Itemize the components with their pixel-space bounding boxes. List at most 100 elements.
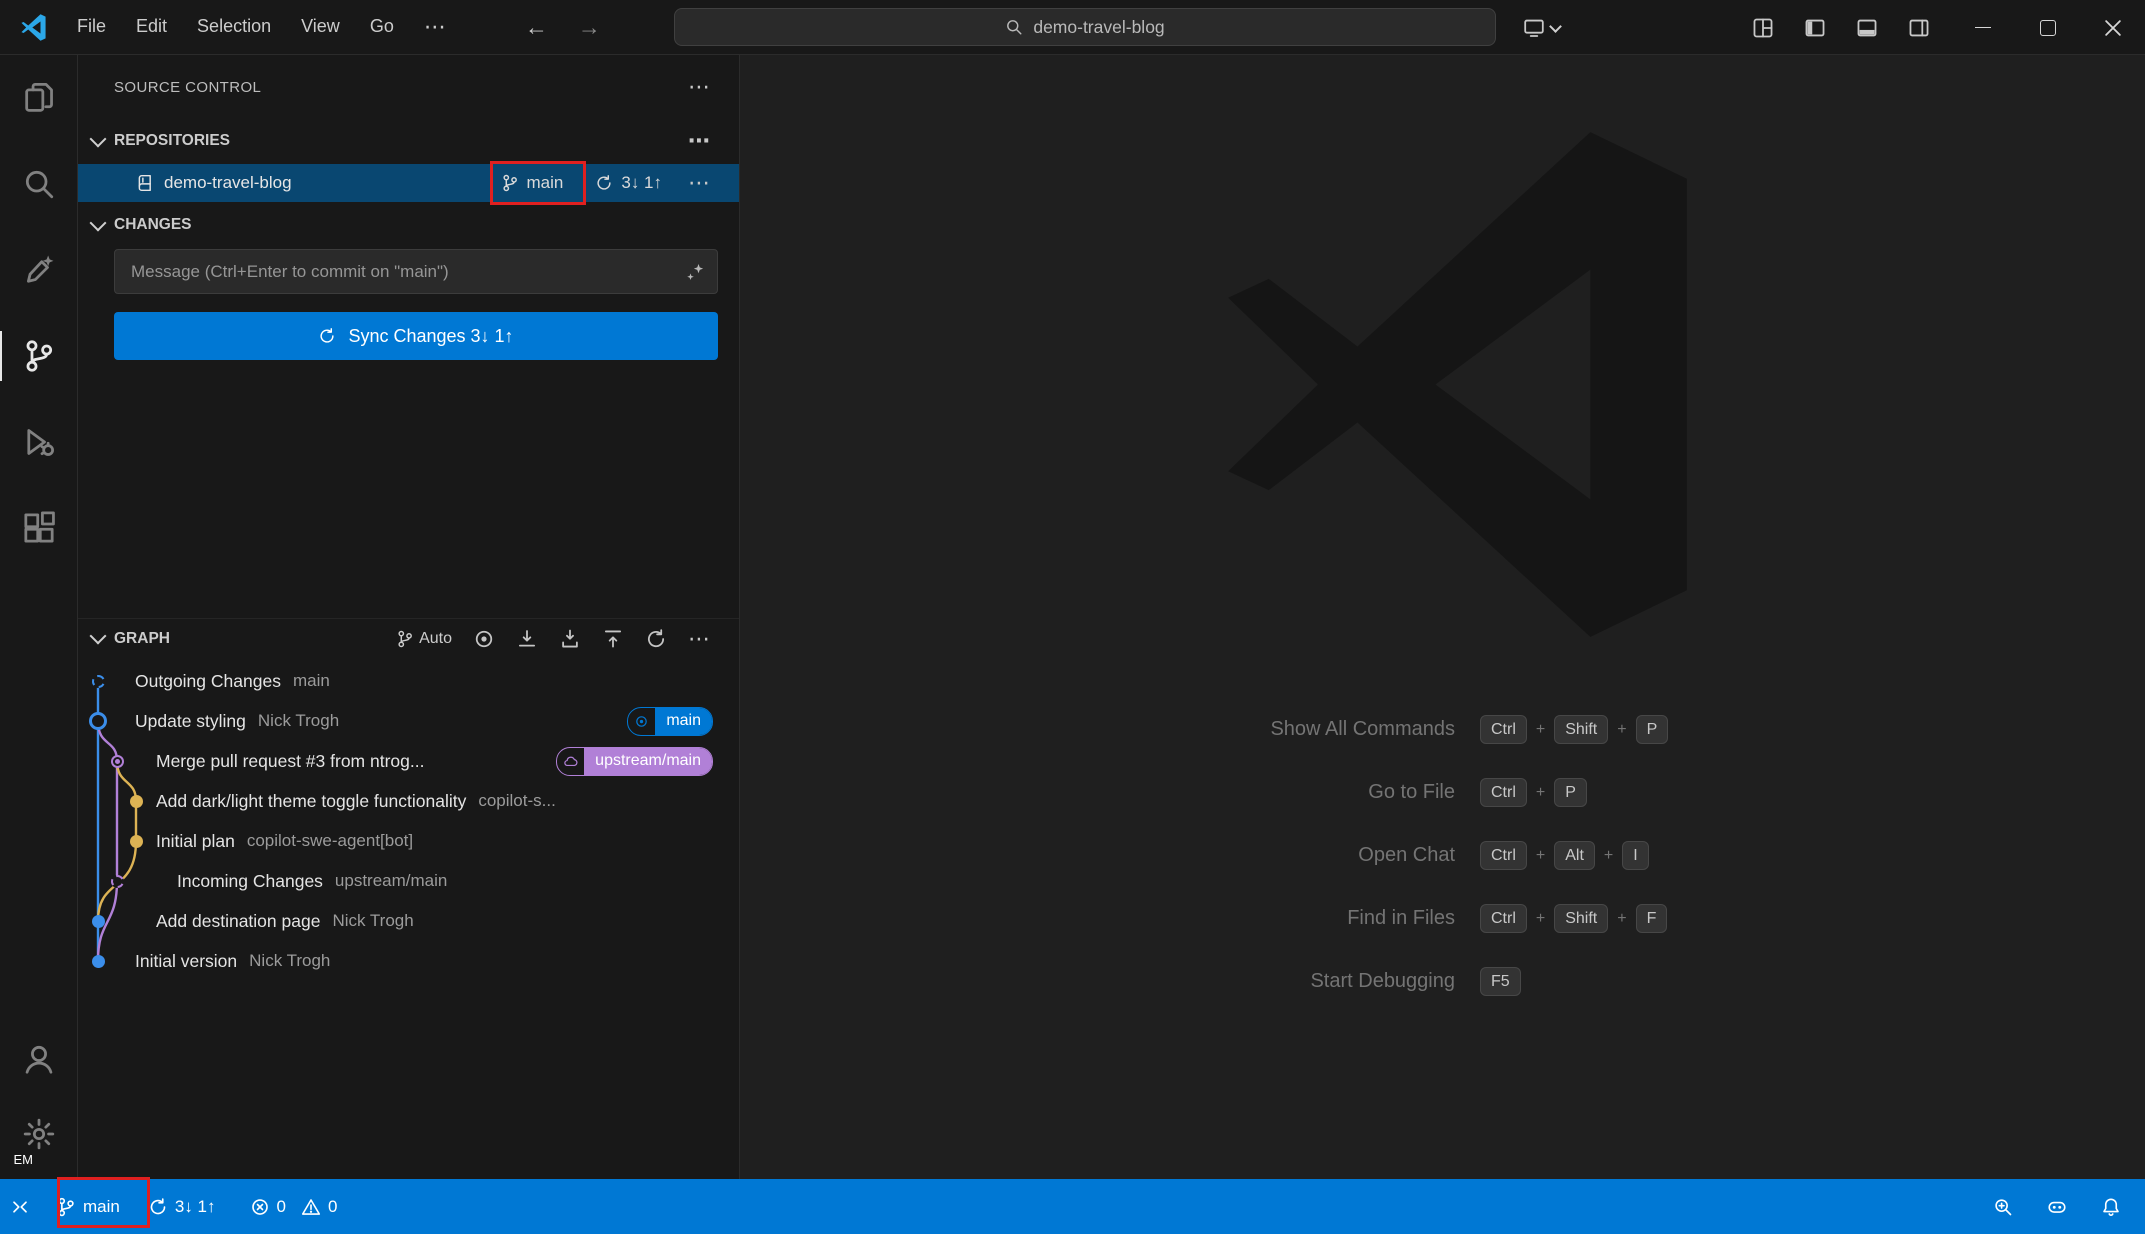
plus-separator: +: [1604, 847, 1613, 865]
graph-auto-toggle[interactable]: Auto: [396, 630, 452, 648]
remote-indicator[interactable]: [0, 1179, 40, 1234]
key-chip: P: [1636, 715, 1669, 744]
push-icon[interactable]: [602, 628, 624, 650]
vscode-watermark-logo: [1201, 128, 1714, 641]
shortcut-label: Find in Files: [950, 907, 1455, 930]
forward-icon[interactable]: →: [578, 14, 601, 41]
toggle-panel-icon[interactable]: [1856, 17, 1878, 39]
statusbar-branch[interactable]: main: [46, 1179, 130, 1234]
branch-badge-main[interactable]: main: [627, 707, 713, 736]
shortcut-row: Go to File Ctrl + P: [950, 761, 1850, 824]
toggle-primary-sidebar-icon[interactable]: [1804, 17, 1826, 39]
statusbar-problems[interactable]: 0 0: [240, 1179, 348, 1234]
extensions-icon: [22, 511, 56, 545]
close-button[interactable]: [2080, 0, 2145, 55]
shortcut-label: Go to File: [950, 781, 1455, 804]
branch-badge-label: upstream/main: [584, 748, 712, 775]
account-icon: [22, 1042, 56, 1076]
command-center-search[interactable]: demo-travel-blog: [674, 8, 1496, 46]
activity-bar-bottom: EM: [0, 1023, 78, 1173]
more-actions-icon[interactable]: ⋯: [688, 130, 711, 152]
vscode-window: File Edit Selection View Go ⋯ ← → demo-t…: [0, 0, 2145, 1234]
menu-selection[interactable]: Selection: [183, 10, 285, 44]
commit-node-icon: [130, 835, 143, 848]
commit-title: Add destination page: [156, 911, 320, 932]
source-control-button[interactable]: [0, 313, 78, 399]
git-branch-icon: [501, 174, 519, 192]
minimize-button[interactable]: [1950, 0, 2015, 55]
commit-author: Nick Trogh: [258, 711, 339, 731]
explorer-button[interactable]: [0, 55, 78, 141]
pull-icon[interactable]: [559, 628, 581, 650]
menu-more-icon[interactable]: ⋯: [410, 10, 461, 44]
customize-layout-icon[interactable]: [1752, 17, 1774, 39]
run-debug-button[interactable]: [0, 399, 78, 485]
menu-edit[interactable]: Edit: [122, 10, 181, 44]
changes-label: CHANGES: [114, 216, 192, 234]
remote-icon: [10, 1197, 30, 1217]
copilot-edits-button[interactable]: [0, 227, 78, 313]
minimize-icon: [1975, 27, 1991, 28]
menu-go[interactable]: Go: [356, 10, 408, 44]
commit-title: Merge pull request #3 from ntrog...: [156, 751, 424, 772]
statusbar-sync[interactable]: 3↓ 1↑: [138, 1179, 226, 1234]
toggle-secondary-sidebar-icon[interactable]: [1908, 17, 1930, 39]
back-icon[interactable]: ←: [525, 14, 548, 41]
sync-changes-button[interactable]: Sync Changes 3↓ 1↑: [114, 312, 718, 360]
more-actions-icon[interactable]: ⋯: [688, 628, 711, 650]
statusbar-notifications[interactable]: [2091, 1197, 2131, 1217]
fetch-icon[interactable]: [516, 628, 538, 650]
changes-section-header[interactable]: CHANGES: [78, 205, 739, 245]
repositories-label: REPOSITORIES: [114, 132, 230, 150]
more-actions-icon[interactable]: ⋯: [688, 76, 711, 98]
plus-separator: +: [1536, 721, 1545, 739]
graph-commit-row[interactable]: Initial plan copilot-swe-agent[bot]: [78, 821, 739, 861]
history-nav: ← →: [525, 14, 601, 41]
refresh-icon[interactable]: [645, 628, 667, 650]
copilot-icon: [2047, 1197, 2067, 1217]
repo-branch-picker[interactable]: main: [501, 173, 564, 193]
branch-badge-upstream[interactable]: upstream/main: [556, 747, 713, 776]
menu-view[interactable]: View: [287, 10, 354, 44]
keyboard-shortcut-hints: Show All Commands Ctrl + Shift + P Go to…: [950, 698, 1850, 1013]
repository-row[interactable]: demo-travel-blog main 3↓ 1↑ ⋯: [78, 164, 739, 202]
repositories-section-header[interactable]: REPOSITORIES ⋯: [78, 121, 739, 161]
shortcut-keys: Ctrl + P: [1480, 778, 1587, 807]
menu-bar: File Edit Selection View Go ⋯: [63, 10, 461, 44]
commit-meta: main: [293, 671, 330, 691]
graph-commit-row[interactable]: Outgoing Changes main: [78, 661, 739, 701]
sync-icon: [148, 1197, 168, 1217]
graph-commit-row[interactable]: Add dark/light theme toggle functionalit…: [78, 781, 739, 821]
repo-sync-status[interactable]: 3↓ 1↑: [595, 173, 662, 193]
repo-name: demo-travel-blog: [164, 173, 292, 193]
target-icon: [628, 708, 655, 735]
graph-commit-row[interactable]: Merge pull request #3 from ntrog... upst…: [78, 741, 739, 781]
close-icon: [2102, 17, 2124, 39]
branch-badge-label: main: [655, 708, 712, 735]
commit-message-input[interactable]: [129, 261, 685, 283]
commit-title: Incoming Changes: [177, 871, 323, 892]
graph-section-header[interactable]: GRAPH Auto: [78, 618, 739, 658]
extensions-button[interactable]: [0, 485, 78, 571]
commit-author: copilot-s...: [478, 791, 555, 811]
target-icon[interactable]: [473, 628, 495, 650]
key-chip: Ctrl: [1480, 778, 1527, 807]
graph-commit-row[interactable]: Add destination page Nick Trogh: [78, 901, 739, 941]
menu-file[interactable]: File: [63, 10, 120, 44]
more-actions-icon[interactable]: ⋯: [688, 172, 711, 194]
shortcut-label: Start Debugging: [950, 970, 1455, 993]
settings-button[interactable]: EM: [0, 1095, 78, 1173]
maximize-button[interactable]: [2015, 0, 2080, 55]
sparkle-icon[interactable]: [685, 262, 705, 282]
statusbar-zoom[interactable]: [1983, 1197, 2023, 1217]
graph-commit-row[interactable]: Initial version Nick Trogh: [78, 941, 739, 981]
search-button[interactable]: [0, 141, 78, 227]
accounts-button[interactable]: [0, 1023, 78, 1095]
commit-title: Initial plan: [156, 831, 235, 852]
screencast-dropdown[interactable]: [1523, 0, 1560, 55]
graph-commit-row[interactable]: Incoming Changes upstream/main: [78, 861, 739, 901]
git-branch-icon: [396, 630, 414, 648]
statusbar-copilot[interactable]: [2037, 1197, 2077, 1217]
warning-count: 0: [328, 1197, 337, 1217]
graph-commit-row[interactable]: Update styling Nick Trogh main: [78, 701, 739, 741]
